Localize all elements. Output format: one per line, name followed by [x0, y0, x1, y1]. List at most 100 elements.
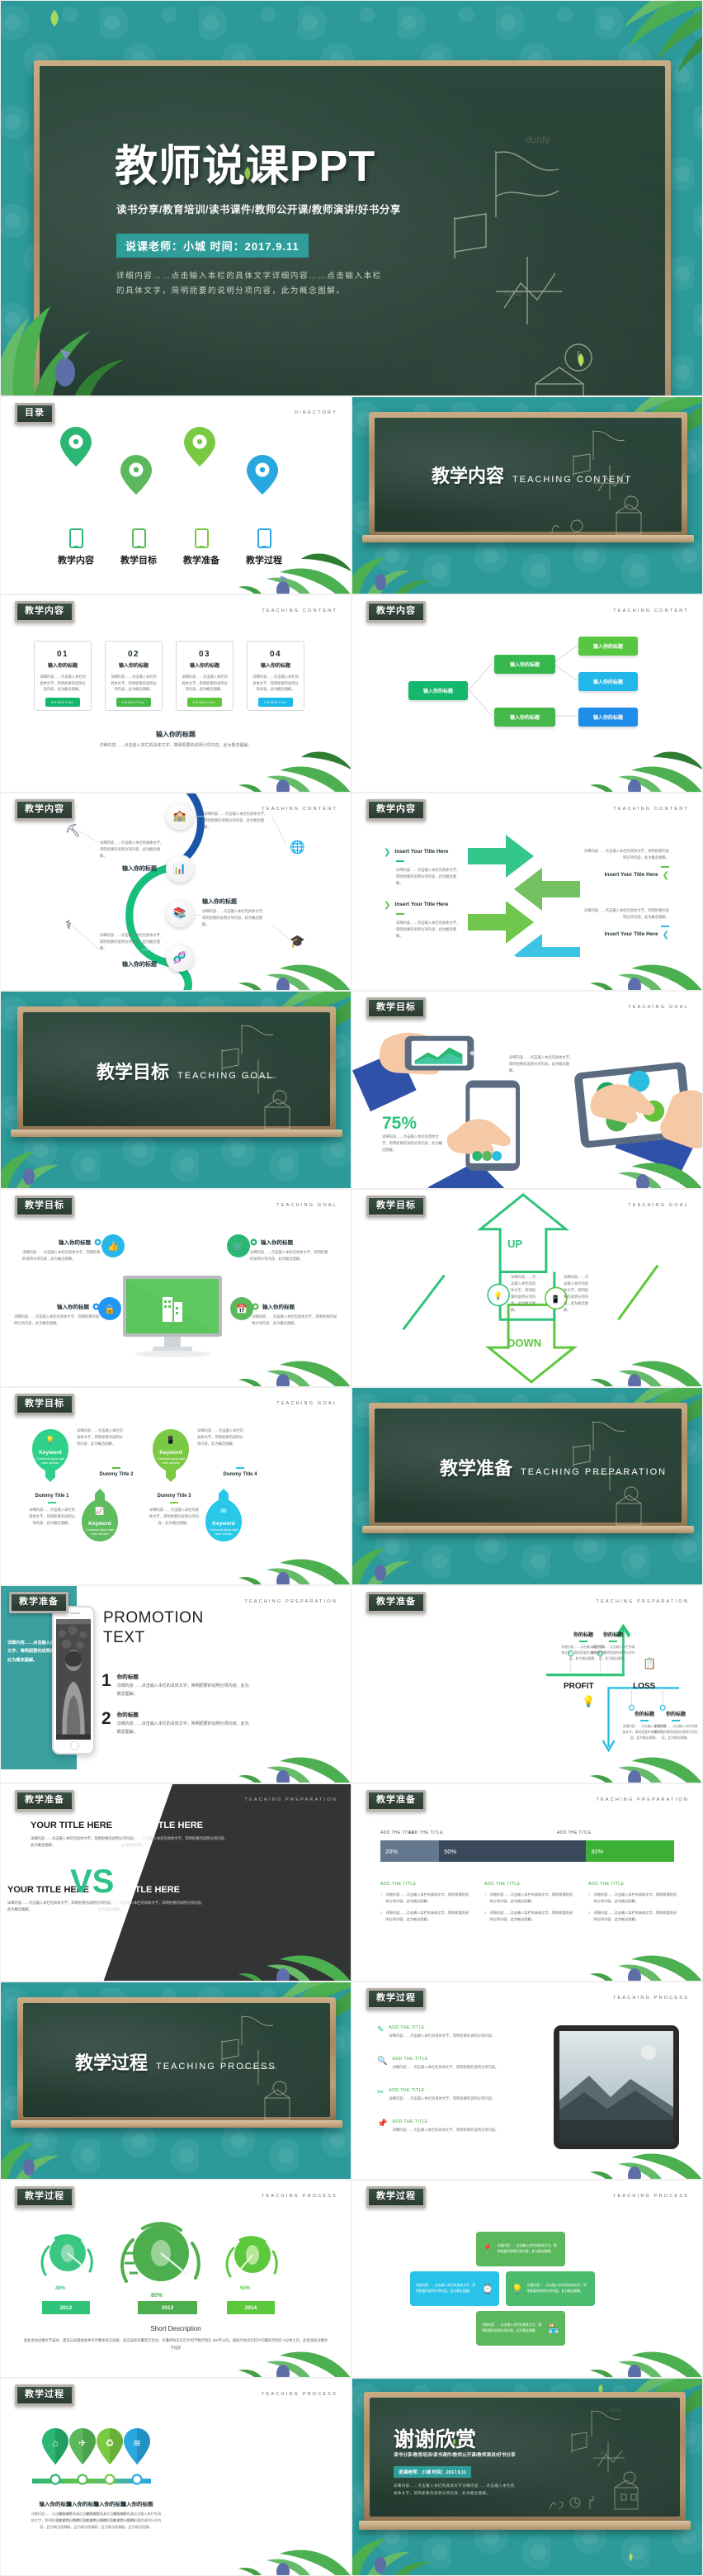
- slide-directory: 目录 DIRECTORY 教学内容 教学目标 教学准备 教学过程: [0, 396, 352, 594]
- tree-node-leaf[interactable]: 输入你的标题: [578, 672, 638, 691]
- svg-text:⌂: ⌂: [52, 2437, 58, 2449]
- section-title-en: TEACHING PREPARATION: [521, 1467, 668, 1477]
- tree-node-branch[interactable]: 输入你的标题: [494, 655, 555, 674]
- item-body: 详细内容……点击输入本栏的具体文字，简明扼要的说明分项内容。: [389, 2034, 496, 2038]
- timeline-nodes: [50, 2474, 143, 2485]
- envelope-icon: ✉: [220, 1507, 227, 1515]
- process-pin-1[interactable]: ⌂: [42, 2428, 68, 2469]
- keyword-badge-3[interactable]: 📱 Keyword Commodo ligula eget dolor aene…: [151, 1428, 191, 1486]
- process-pin-2[interactable]: ✈: [69, 2428, 96, 2469]
- puzzle-body: 详细内容……点击输入本栏的具体文字，简明扼要的说明分项内容，此为概念图解。: [497, 2244, 557, 2253]
- tree-node-leaf[interactable]: 输入你的标题: [578, 708, 638, 727]
- vs-quadrant-4: YOUR TITLE HERE 详细内容……点击输入本栏的具体文字，简明扼要的说…: [98, 1885, 205, 1913]
- directory-pin-4[interactable]: [247, 455, 278, 517]
- leaves-decoration-left: [352, 557, 432, 594]
- directory-item-1[interactable]: 教学内容: [45, 528, 106, 566]
- item-title: 你的标题: [116, 1674, 139, 1680]
- scurve-node-icon-3[interactable]: 📚: [166, 899, 194, 927]
- gauge-label-2012: 2012: [42, 2301, 90, 2314]
- tree-node-branch[interactable]: 输入你的标题: [494, 708, 555, 727]
- scurve-body-4: 详细内容……点击输入本栏的具体文字，简明扼要的说明分项内容，此为概念图解。: [100, 933, 164, 950]
- item-body: 详细内容……点击输入本栏的具体文字，简明扼要的说明分项内容，此为概念图解。: [116, 1721, 249, 1735]
- directory-pin-3[interactable]: [184, 427, 215, 517]
- tablet-icon: [131, 528, 146, 548]
- slide-thanks: du/dydy/dx 谢谢欣赏 读书分享/教育培训/读书课件/教师公开课/教师演…: [352, 2378, 703, 2576]
- check-icon: ✓: [380, 1892, 384, 1896]
- process-pin-4[interactable]: ≋: [124, 2428, 150, 2469]
- slide-tag-en: TEACHING PREPARATION: [244, 1797, 337, 1802]
- slide-tag: 教学目标: [15, 1394, 74, 1415]
- puzzle-piece-right[interactable]: 💡 详细内容……点击输入本栏的具体文字，简明扼要的说明分项内容，此为概念图解。: [506, 2271, 595, 2306]
- directory-item-3[interactable]: 教学准备: [171, 528, 232, 566]
- section-title-en: TEACHING GOAL: [177, 1071, 274, 1081]
- slide-goal-keywords: 教学目标 TEACHING GOAL 💡 Keyword Commodo lig…: [0, 1387, 352, 1585]
- slide-section-process: 教学过程 TEACHING PROCESS: [0, 1982, 352, 2180]
- chevron-right-icon: ❯: [384, 848, 391, 857]
- tablet-icon: [194, 528, 209, 548]
- pencil-icon: ✎: [377, 2025, 385, 2034]
- slide-tag: 教学过程: [366, 2186, 426, 2208]
- directory-item-4[interactable]: 教学过程: [234, 528, 295, 566]
- rule: [661, 865, 669, 868]
- scurve-node-icon-4[interactable]: 🧬: [166, 944, 194, 972]
- cards-row: 01 输入你的标题 详细内容……点击输入本栏的具体文字，简明扼要的说明分项内容，…: [34, 641, 304, 711]
- dummy-title: Dummy Title 1: [35, 1494, 69, 1499]
- keyword-sub: Commodo ligula eget dolor aenean: [210, 1528, 238, 1537]
- puzzle-piece-top[interactable]: 📍 详细内容……点击输入本栏的具体文字，简明扼要的说明分项内容，此为概念图解。: [476, 2232, 565, 2266]
- puzzle-piece-left[interactable]: 详细内容……点击输入本栏的具体文字，简明扼要的说明分项内容，此为概念图解。 ⌚: [410, 2271, 499, 2306]
- check-icon: ✓: [380, 1910, 384, 1915]
- card-pill[interactable]: ESSENTIAL: [116, 698, 151, 708]
- check-icon: ✓: [484, 1892, 488, 1896]
- column-bullet: ✓ 详细内容……点击输入本栏的具体文字，简明扼要的说明分项内容，此为概念图解。: [484, 1910, 573, 1921]
- slide-tag: 教学内容: [366, 601, 426, 623]
- leaves-decoration: [238, 1361, 351, 1386]
- leaf-float2-icon: [578, 353, 584, 367]
- card[interactable]: 04 输入你的标题 详细内容……点击输入本栏的具体文字，简明扼要的说明分项内容，…: [247, 641, 304, 711]
- tree-node-root[interactable]: 输入你的标题: [408, 681, 468, 700]
- phone-home-button[interactable]: [70, 1741, 79, 1750]
- item-body: 详细内容……点击输入本栏的具体文字，简明扼要的说明分项内容，此为概念图解。: [591, 1645, 635, 1660]
- down-label: DOWN: [507, 1337, 542, 1349]
- chalkboard-ledge: [11, 1129, 342, 1137]
- slide-tag-en: TEACHING CONTENT: [613, 807, 689, 812]
- cards-footer-body: 详细内容……点击输入本栏的具体文字，简明扼要的说明分项内容，此为概念图解。: [99, 743, 252, 748]
- column-bullet: ✓ 详细内容……点击输入本栏的具体文字，简明扼要的说明分项内容，此为概念图解。: [588, 1910, 677, 1921]
- puzzle-piece-bottom[interactable]: 详细内容……点击输入本栏的具体文字，简明扼要的说明分项内容，此为概念图解。 🏪: [476, 2311, 565, 2346]
- rule: [396, 860, 404, 862]
- arrow-body: 详细内容……点击输入本栏的具体文字，简明扼要的说明分项内容，此为概念图解。: [583, 849, 669, 859]
- arrow-body: 详细内容……点击输入本栏的具体文字，简明扼要的说明分项内容，此为概念图解。: [583, 908, 669, 919]
- scissors-icon: ✂: [377, 2088, 385, 2097]
- card-pill[interactable]: ESSENTIAL: [45, 698, 80, 708]
- keyword-badge-2[interactable]: 📈 Keyword Commodo ligula eget dolor aene…: [80, 1489, 120, 1547]
- rule: [48, 1502, 56, 1503]
- slide-prep-vs: 教学准备 TEACHING PREPARATION YOUR TITLE HER…: [0, 1783, 352, 1982]
- keyword-badge-4[interactable]: ✉ Keyword Commodo ligula eget dolor aene…: [204, 1489, 243, 1547]
- card[interactable]: 03 输入你的标题 详细内容……点击输入本栏的具体文字，简明扼要的说明分项内容，…: [176, 641, 234, 711]
- process-pin-3[interactable]: ♻: [97, 2428, 123, 2469]
- arrow-right-item-1: 详细内容……点击输入本栏的具体文字，简明扼要的说明分项内容，此为概念图解。 In…: [583, 848, 669, 880]
- gauges-description: 此处添加详细文字描述，建议与标题相关并符合整体语言风格，语言描述尽量简洁生动，尽…: [23, 2338, 328, 2350]
- card-pill[interactable]: ESSENTIAL: [258, 698, 293, 708]
- section-title-en: TEACHING CONTENT: [512, 475, 633, 485]
- card-title: 输入你的标题: [47, 664, 78, 669]
- card[interactable]: 02 输入你的标题 详细内容……点击输入本栏的具体文字，简明扼要的说明分项内容，…: [105, 641, 163, 711]
- cards-footer-title: 输入你的标题: [156, 731, 196, 738]
- progress-column-2: ADD THE TITLE ✓ 详细内容……点击输入本栏的具体文字，简明扼要的说明…: [484, 1882, 575, 1923]
- keyword-label: Keyword: [39, 1450, 62, 1456]
- card[interactable]: 01 输入你的标题 详细内容……点击输入本栏的具体文字，简明扼要的说明分项内容，…: [34, 641, 92, 711]
- slide-tag: 教学准备: [366, 1592, 426, 1613]
- keyword-badge-1[interactable]: 💡 Keyword Commodo ligula eget dolor aene…: [31, 1428, 70, 1486]
- chalkboard-ledge: [362, 1526, 694, 1533]
- phone-screen: [56, 1619, 91, 1740]
- slide-tag: 教学准备: [9, 1592, 68, 1613]
- directory-item-2[interactable]: 教学目标: [108, 528, 169, 566]
- card-pill[interactable]: ESSENTIAL: [187, 698, 222, 708]
- down-body: 详细内容……点击输入本栏的具体文字，简明扼要的说明分项内容，此为概念图解。: [564, 1275, 589, 1312]
- tree-node-leaf[interactable]: 输入你的标题: [578, 637, 638, 656]
- section-heading: 教学目标 TEACHING GOAL: [97, 1058, 273, 1084]
- scurve-node-icon-2[interactable]: 📊: [166, 855, 194, 883]
- scurve-node-icon-1[interactable]: 🏫: [166, 802, 194, 830]
- directory-pin-2[interactable]: [120, 455, 152, 517]
- directory-pin-1[interactable]: [60, 427, 92, 517]
- bar-label-3: ADD THE TITLE: [557, 1830, 592, 1835]
